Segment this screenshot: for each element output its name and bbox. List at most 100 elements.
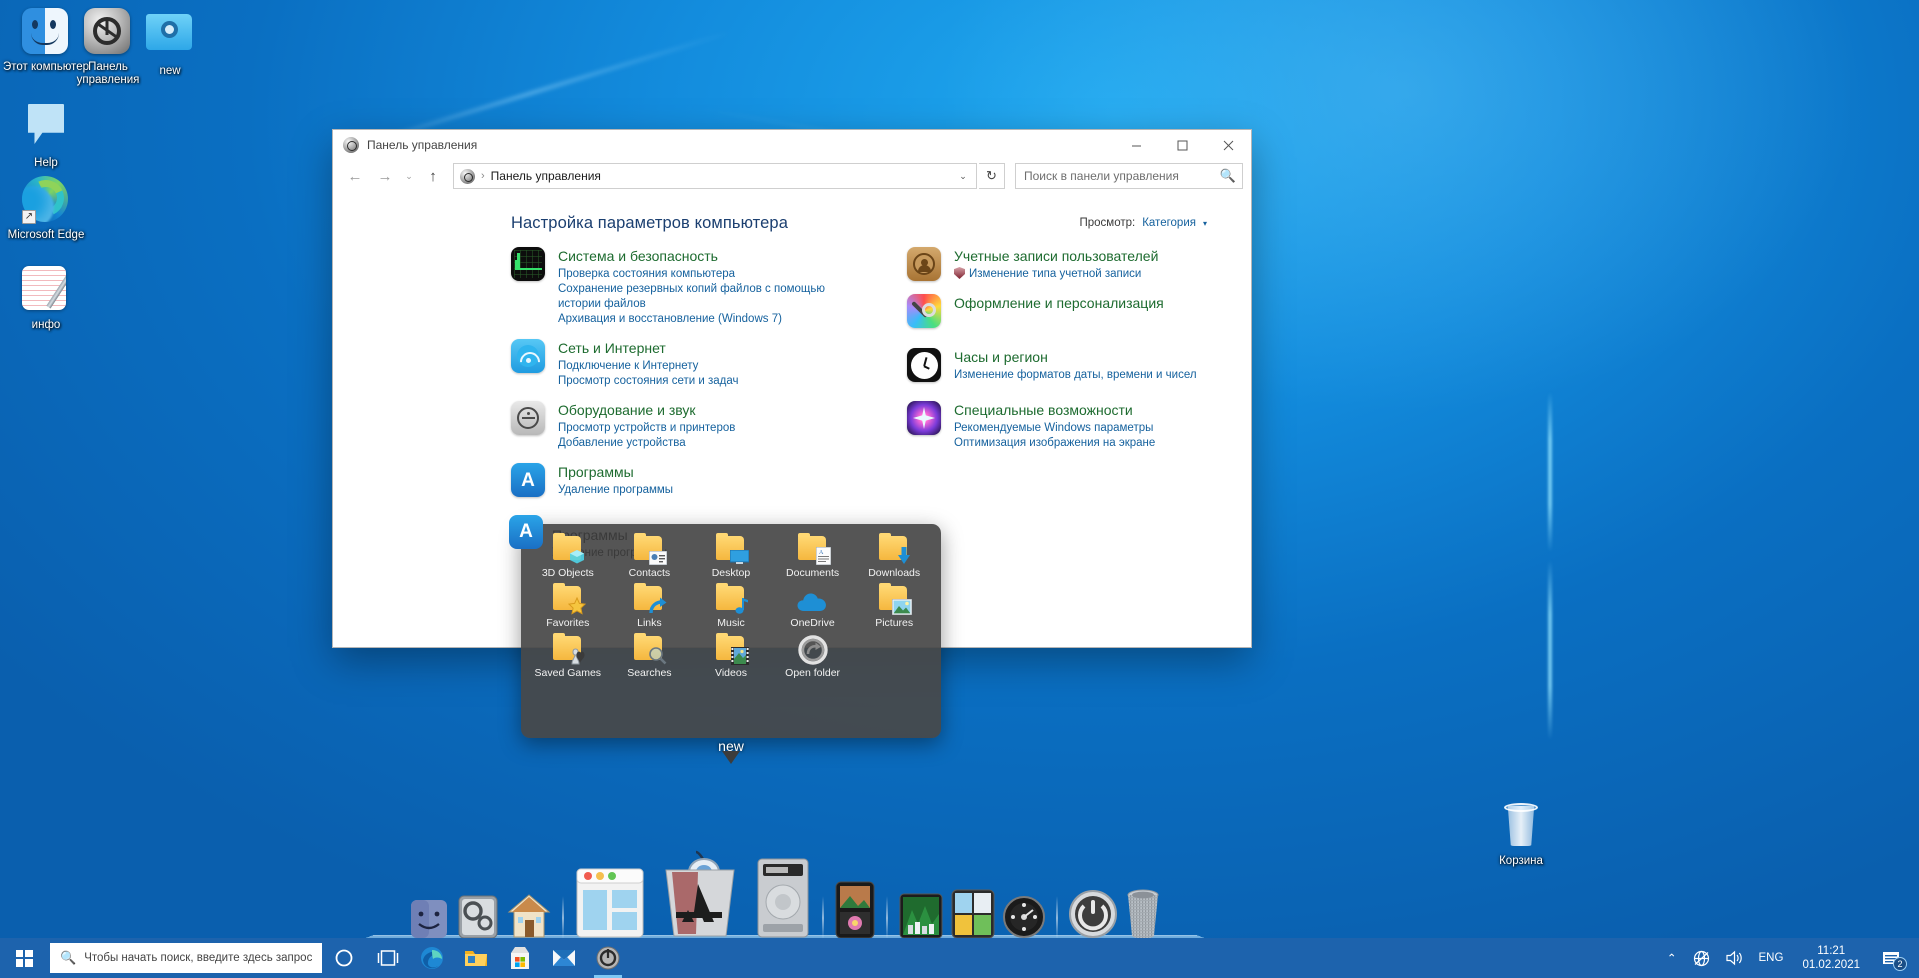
- dock-item-photos[interactable]: [834, 880, 876, 974]
- dock-separator: [886, 896, 888, 940]
- category-title[interactable]: Система и безопасность: [558, 248, 863, 265]
- list-item[interactable]: Links: [609, 583, 691, 629]
- dock-item-system-preferences[interactable]: [456, 894, 500, 966]
- category-title[interactable]: Программы: [558, 464, 673, 481]
- category-clock-region[interactable]: Часы и регион Изменение форматов даты, в…: [907, 348, 1251, 383]
- category-title[interactable]: Часы и регион: [954, 349, 1197, 366]
- file-explorer-icon[interactable]: [454, 938, 498, 978]
- chevron-down-icon[interactable]: ⌄: [952, 171, 974, 182]
- dock-item-app-store-trash[interactable]: [652, 850, 748, 974]
- dock-item-power[interactable]: [1068, 888, 1118, 969]
- category-title[interactable]: Специальные возможности: [954, 402, 1155, 419]
- desktop-icon-help[interactable]: Help: [0, 100, 92, 170]
- window-titlebar[interactable]: Панель управления: [333, 130, 1251, 160]
- list-item[interactable]: A Documents: [772, 533, 854, 579]
- category-link[interactable]: Добавление устройства: [558, 436, 735, 451]
- category-title[interactable]: Оборудование и звук: [558, 402, 735, 419]
- category-link[interactable]: Сохранение резервных копий файлов с помо…: [558, 282, 863, 312]
- recent-locations-button[interactable]: ⌄: [401, 162, 417, 190]
- list-item[interactable]: Saved Games: [527, 633, 609, 679]
- clock[interactable]: 11:21 01.02.2021: [1792, 938, 1870, 978]
- dock-item-wallpaper[interactable]: [898, 892, 944, 967]
- dock-item-hard-drive[interactable]: [754, 856, 812, 978]
- category-network-internet[interactable]: Сеть и Интернет Подключение к Интернету …: [511, 339, 863, 389]
- list-item[interactable]: Favorites: [527, 583, 609, 629]
- control-panel-icon[interactable]: [586, 938, 630, 978]
- category-system-security[interactable]: Система и безопасность Проверка состояни…: [511, 247, 863, 327]
- category-user-accounts[interactable]: Учетные записи пользователей Изменение т…: [907, 247, 1251, 282]
- page-title: Настройка параметров компьютера: [511, 214, 788, 232]
- desktop-icon-recycle-bin[interactable]: Корзина: [1475, 800, 1567, 868]
- list-item[interactable]: Searches: [609, 633, 691, 679]
- up-button[interactable]: ↑: [419, 162, 447, 190]
- desktop-icon-new[interactable]: new: [124, 8, 216, 78]
- mail-icon[interactable]: [542, 938, 586, 978]
- view-by-value[interactable]: Категория: [1142, 217, 1196, 229]
- category-link[interactable]: Изменение типа учетной записи: [969, 268, 1141, 280]
- dock-item-screen-split[interactable]: [950, 888, 996, 970]
- chevron-down-icon[interactable]: ▾: [1203, 219, 1207, 228]
- list-item[interactable]: Downloads: [853, 533, 935, 579]
- list-item-label: Desktop: [711, 567, 751, 579]
- dock-item-speedometer[interactable]: [1002, 894, 1046, 965]
- minimize-button[interactable]: [1113, 130, 1159, 160]
- list-item[interactable]: Videos: [690, 633, 772, 679]
- uac-shield-icon: [954, 267, 965, 279]
- view-by-control[interactable]: Просмотр: Категория ▾: [1080, 214, 1208, 229]
- category-link[interactable]: Оптимизация изображения на экране: [954, 436, 1155, 451]
- close-button[interactable]: [1205, 130, 1251, 160]
- list-item[interactable]: Contacts: [609, 533, 691, 579]
- maximize-button[interactable]: [1159, 130, 1205, 160]
- cortana-icon[interactable]: [322, 938, 366, 978]
- control-panel-search[interactable]: 🔍: [1015, 163, 1243, 189]
- dock-item-finder[interactable]: [408, 898, 450, 964]
- category-link[interactable]: Изменение форматов даты, времени и чисел: [954, 368, 1197, 383]
- wallpaper-streak: [1548, 392, 1552, 552]
- dock-item-trash[interactable]: [1124, 888, 1162, 965]
- microsoft-store-icon[interactable]: [498, 938, 542, 978]
- start-button[interactable]: [0, 938, 48, 978]
- address-bar[interactable]: › Панель управления ⌄: [453, 163, 977, 189]
- dock-item-window-manager[interactable]: [574, 866, 646, 978]
- clock-time: 11:21: [1817, 945, 1846, 957]
- language-indicator[interactable]: ENG: [1752, 938, 1791, 978]
- category-link[interactable]: Удаление программы: [558, 483, 673, 498]
- category-title[interactable]: Учетные записи пользователей: [954, 248, 1158, 265]
- list-item[interactable]: Music: [690, 583, 772, 629]
- category-appearance-personalization[interactable]: Оформление и персонализация: [907, 294, 1251, 328]
- show-hidden-icons-button[interactable]: ⌃: [1660, 938, 1684, 978]
- category-title[interactable]: Сеть и Интернет: [558, 340, 738, 357]
- task-view-icon[interactable]: [366, 938, 410, 978]
- action-center-button[interactable]: 2: [1872, 938, 1911, 978]
- search-input[interactable]: [1024, 169, 1218, 183]
- list-item[interactable]: Desktop: [690, 533, 772, 579]
- category-link[interactable]: Просмотр состояния сети и задач: [558, 374, 738, 389]
- dock-item-home-folder[interactable]: [506, 892, 552, 966]
- category-ease-of-access[interactable]: Специальные возможности Рекомендуемые Wi…: [907, 401, 1251, 451]
- category-hardware-sound[interactable]: Оборудование и звук Просмотр устройств и…: [511, 401, 863, 451]
- volume-icon[interactable]: [1719, 938, 1750, 978]
- category-link[interactable]: Подключение к Интернету: [558, 359, 738, 374]
- list-item[interactable]: Pictures: [853, 583, 935, 629]
- system-security-icon: [511, 247, 545, 281]
- forward-button[interactable]: →: [371, 162, 399, 190]
- list-item[interactable]: OneDrive: [772, 584, 854, 629]
- category-link[interactable]: Просмотр устройств и принтеров: [558, 421, 735, 436]
- category-link-with-shield[interactable]: Изменение типа учетной записи: [954, 267, 1158, 282]
- category-title[interactable]: Оформление и персонализация: [954, 295, 1164, 312]
- taskbar-search-box[interactable]: 🔍 Чтобы начать поиск, введите здесь запр…: [50, 943, 322, 973]
- desktop-icon-label: Корзина: [1499, 855, 1543, 867]
- network-globe-icon[interactable]: [1686, 938, 1717, 978]
- microsoft-edge-icon[interactable]: [410, 938, 454, 978]
- desktop-icon-info[interactable]: инфо: [0, 266, 92, 332]
- folder-documents-icon: A: [796, 533, 831, 565]
- category-link[interactable]: Архивация и восстановление (Windows 7): [558, 312, 863, 327]
- category-link[interactable]: Рекомендуемые Windows параметры: [954, 421, 1155, 436]
- refresh-button[interactable]: ↻: [979, 163, 1005, 189]
- category-programs[interactable]: A Программы Удаление программы: [511, 463, 863, 498]
- desktop-icon-microsoft-edge[interactable]: ↗ Microsoft Edge: [0, 176, 92, 242]
- back-button[interactable]: ←: [341, 162, 369, 190]
- breadcrumb[interactable]: Панель управления: [491, 169, 946, 183]
- category-link[interactable]: Проверка состояния компьютера: [558, 267, 863, 282]
- list-item[interactable]: Open folder: [772, 634, 854, 679]
